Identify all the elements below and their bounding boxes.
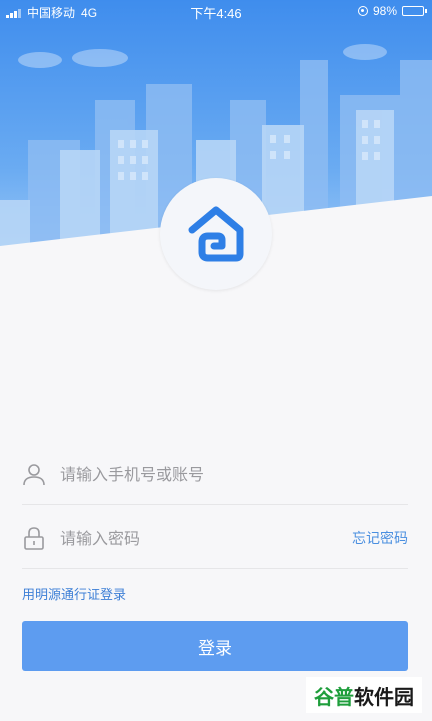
padlock-icon [22, 526, 46, 554]
battery-percent: 98% [372, 4, 397, 18]
pass-login-link[interactable]: 用明源通行证登录 [22, 584, 126, 603]
watermark-part-1: 谷普 [314, 684, 354, 709]
site-watermark: 谷普 软件园 [306, 677, 422, 713]
password-input[interactable] [60, 524, 310, 552]
login-button[interactable]: 登录 [22, 621, 408, 671]
status-bar: 中国移动 4G 下午4:46 98% [0, 0, 432, 24]
password-field-row: 忘记密码 [22, 504, 408, 569]
forgot-password-link[interactable]: 忘记密码 [352, 528, 408, 548]
app-logo [160, 178, 272, 290]
battery-icon [402, 6, 427, 16]
lock-rotation-icon [357, 6, 368, 16]
account-input[interactable] [60, 460, 310, 488]
watermark-part-2: 软件园 [354, 684, 414, 709]
account-field-row [22, 440, 408, 505]
home-logo-icon [188, 206, 244, 262]
status-right: 98% [357, 4, 427, 18]
user-icon [22, 462, 46, 490]
